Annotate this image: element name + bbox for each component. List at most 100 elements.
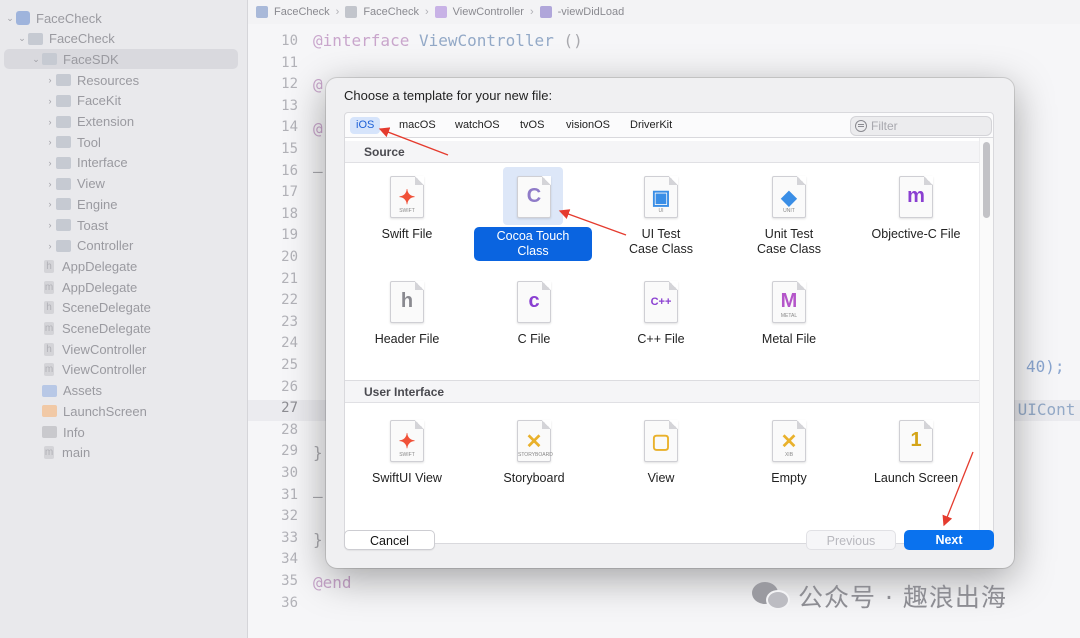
- template-item[interactable]: ▣ UI UI Test Case Class: [599, 176, 723, 266]
- tab-driverkit[interactable]: DriverKit: [624, 117, 678, 134]
- template-list-scrollbar[interactable]: [979, 138, 993, 543]
- sidebar-item-label: Resources: [77, 72, 140, 88]
- sidebar-item[interactable]: ⌄ FaceCheck: [0, 29, 246, 49]
- sidebar-item[interactable]: Info: [0, 422, 246, 442]
- chevron-right-icon[interactable]: ›: [44, 220, 56, 230]
- chevron-right-icon[interactable]: ›: [44, 117, 56, 127]
- template-item-label: Header File: [374, 332, 440, 346]
- chevron-down-icon[interactable]: ⌄: [30, 54, 42, 65]
- template-item-label: Swift File: [381, 227, 433, 241]
- sidebar-item[interactable]: Assets: [0, 381, 246, 401]
- previous-button[interactable]: Previous: [806, 530, 896, 550]
- template-item[interactable]: ✦ SWIFT SwiftUI View: [345, 420, 469, 510]
- sidebar-item-label: ViewController: [62, 341, 147, 357]
- tab-visionos[interactable]: visionOS: [560, 117, 616, 134]
- unit-test-icon: ◆ UNIT: [772, 176, 806, 218]
- sidebar-item[interactable]: › Toast: [0, 215, 246, 235]
- file-icon: m: [44, 322, 54, 335]
- chevron-right-icon: ›: [529, 6, 534, 18]
- filter-input[interactable]: Filter: [850, 116, 992, 136]
- sidebar-item-label: Assets: [63, 383, 103, 399]
- line-number: 30: [281, 465, 298, 481]
- sidebar-item[interactable]: m ViewController: [0, 360, 246, 380]
- template-item-label: SwiftUI View: [372, 471, 442, 485]
- sidebar-item-label: Engine: [77, 196, 118, 212]
- sidebar-item[interactable]: › Resources: [0, 70, 246, 90]
- line-number: 28: [281, 421, 298, 438]
- sidebar-item-label: SceneDelegate: [62, 300, 151, 316]
- file-icon: m: [44, 280, 54, 294]
- folder-icon: [56, 94, 71, 107]
- tab-ios[interactable]: iOS: [350, 117, 381, 134]
- template-item[interactable]: ▢ View: [599, 420, 723, 510]
- file-icon: m: [44, 363, 54, 377]
- sidebar-item[interactable]: LaunchScreen: [0, 401, 246, 421]
- chevron-right-icon[interactable]: ›: [44, 199, 56, 209]
- sidebar-item[interactable]: h SceneDelegate: [0, 298, 246, 318]
- chevron-down-icon[interactable]: ⌄: [4, 13, 16, 24]
- chevron-right-icon[interactable]: ›: [44, 179, 56, 189]
- storyboard-icon: ✕ STORYBOARD: [517, 420, 553, 462]
- template-item[interactable]: 1 Launch Screen: [854, 420, 978, 510]
- code-line: }: [313, 443, 323, 462]
- breadcrumb-item[interactable]: FaceCheck: [274, 6, 330, 18]
- sidebar-item-label: AppDelegate: [62, 279, 138, 295]
- sidebar-item[interactable]: m AppDelegate: [0, 277, 246, 297]
- code-line: :UICont: [1008, 400, 1076, 419]
- sidebar-item[interactable]: › View: [0, 174, 246, 194]
- sidebar-item[interactable]: ⌄ FaceCheck: [0, 8, 246, 28]
- sidebar-item[interactable]: › Interface: [0, 153, 246, 173]
- chevron-right-icon[interactable]: ›: [44, 158, 56, 168]
- template-item[interactable]: C Cocoa Touch Class: [472, 167, 596, 266]
- method-icon: [539, 6, 552, 18]
- sidebar-item[interactable]: ⌄ FaceSDK: [4, 49, 238, 70]
- chevron-right-icon[interactable]: ›: [44, 75, 56, 85]
- template-item[interactable]: C++ C++ File: [599, 281, 723, 371]
- sidebar-item[interactable]: m main: [0, 443, 246, 463]
- template-item[interactable]: ✦ SWIFT Swift File: [345, 176, 469, 266]
- folder-icon: [56, 115, 71, 128]
- folder-icon: [28, 32, 43, 45]
- line-number: 17: [281, 184, 298, 201]
- chevron-right-icon[interactable]: ›: [44, 137, 56, 147]
- breadcrumb-item[interactable]: ViewController: [453, 6, 524, 18]
- chevron-right-icon[interactable]: ›: [44, 96, 56, 106]
- tab-watchos[interactable]: watchOS: [449, 117, 506, 134]
- breadcrumb-item[interactable]: FaceCheck: [363, 6, 419, 18]
- folder-icon: [56, 136, 71, 149]
- template-item[interactable]: ✕ STORYBOARD Storyboard: [472, 420, 596, 510]
- tab-macos[interactable]: macOS: [393, 117, 442, 134]
- chevron-right-icon[interactable]: ›: [44, 241, 56, 251]
- sidebar-item[interactable]: h ViewController: [0, 339, 246, 359]
- view-icon: ▢: [644, 420, 678, 462]
- scrollbar-thumb[interactable]: [983, 142, 990, 218]
- template-item-label: C File: [517, 332, 551, 346]
- sidebar-item[interactable]: › Engine: [0, 194, 246, 214]
- template-item[interactable]: M METAL Metal File: [727, 281, 851, 371]
- file-icon: m: [44, 446, 54, 460]
- cancel-button[interactable]: Cancel: [344, 530, 435, 550]
- section-header-source: Source: [345, 141, 979, 163]
- template-panel: iOS macOS watchOS tvOS visionOS DriverKi…: [344, 112, 994, 553]
- sidebar-item[interactable]: h AppDelegate: [0, 256, 246, 276]
- template-item[interactable]: ◆ UNIT Unit Test Case Class: [727, 176, 851, 266]
- launch-icon: [42, 405, 57, 418]
- sidebar-item-label: FaceCheck: [36, 10, 102, 26]
- template-item[interactable]: m Objective-C File: [854, 176, 978, 266]
- sidebar-item[interactable]: › Extension: [0, 112, 246, 132]
- template-item[interactable]: ✕ XIB Empty: [727, 420, 851, 510]
- template-item[interactable]: c C File: [472, 281, 596, 371]
- breadcrumb-item[interactable]: -viewDidLoad: [558, 6, 625, 18]
- chevron-right-icon: ›: [424, 6, 429, 18]
- sidebar-item[interactable]: m SceneDelegate: [0, 319, 246, 339]
- line-number: 24: [281, 335, 298, 352]
- next-button[interactable]: Next: [904, 530, 994, 550]
- c-file-icon: c: [517, 281, 551, 323]
- tab-tvos[interactable]: tvOS: [514, 117, 550, 134]
- template-item[interactable]: h Header File: [345, 281, 469, 371]
- sidebar-item-label: Toast: [77, 217, 109, 233]
- sidebar-item[interactable]: › Controller: [0, 236, 246, 256]
- sidebar-item[interactable]: › Tool: [0, 132, 246, 152]
- chevron-down-icon[interactable]: ⌄: [16, 33, 28, 44]
- sidebar-item[interactable]: › FaceKit: [0, 91, 246, 111]
